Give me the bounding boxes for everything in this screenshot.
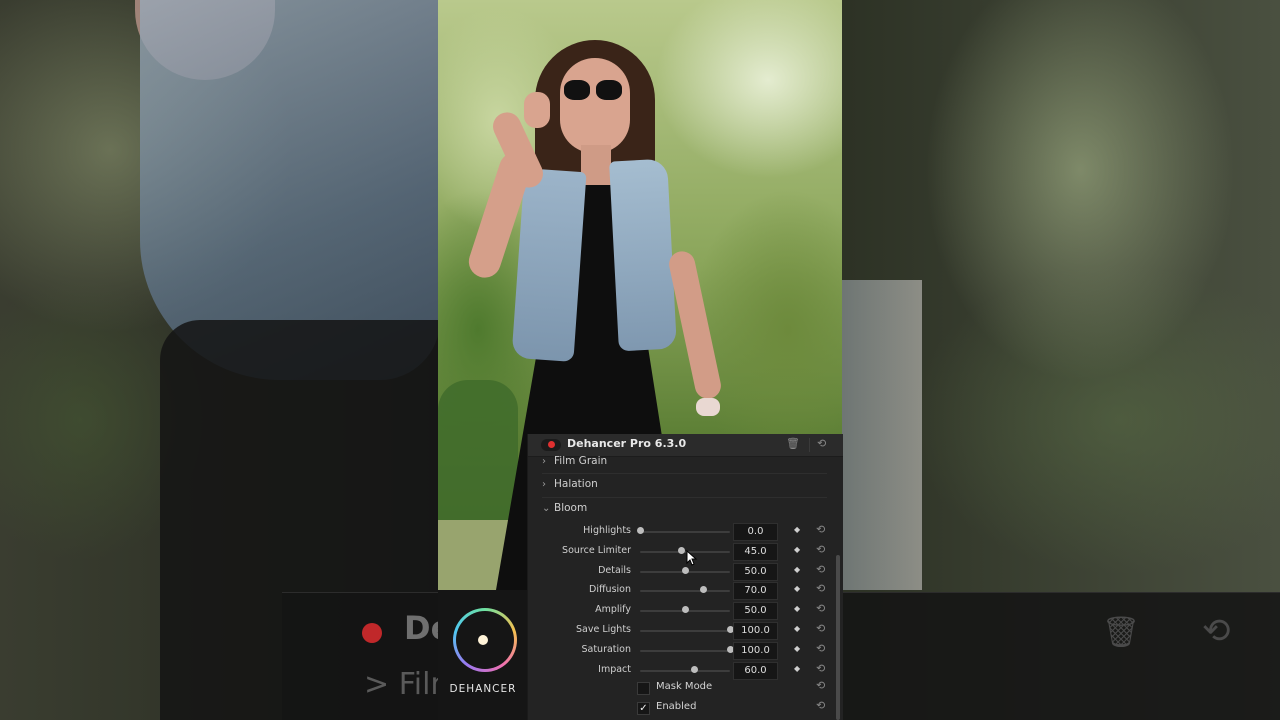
param-label: Amplify: [595, 604, 631, 616]
keyframe-diamond-icon[interactable]: ◆: [794, 525, 800, 534]
chevron-right-icon: ›: [542, 479, 546, 490]
mask-mode-label: Mask Mode: [656, 681, 713, 692]
param-value-field[interactable]: 100.0: [733, 622, 778, 640]
param-slider-track[interactable]: [640, 630, 730, 632]
reset-icon[interactable]: ⟲: [816, 642, 825, 655]
keyframe-diamond-icon[interactable]: ◆: [794, 565, 800, 574]
param-row-impact: Impact 60.0 ◆ ⟲: [528, 661, 843, 681]
chevron-down-icon: ⌄: [542, 503, 551, 514]
keyframe-diamond-icon[interactable]: ◆: [794, 604, 800, 613]
param-label: Saturation: [581, 643, 631, 655]
param-label: Source Limiter: [562, 544, 631, 556]
param-label: Impact: [598, 663, 631, 675]
reset-icon[interactable]: ⟲: [816, 602, 825, 615]
param-slider-knob[interactable]: [700, 586, 707, 594]
reset-icon[interactable]: ⟲: [816, 662, 825, 675]
keyframe-diamond-icon[interactable]: ◆: [794, 644, 800, 653]
reset-all-icon[interactable]: ⟲: [817, 437, 826, 450]
param-value-field[interactable]: 50.0: [733, 602, 778, 621]
param-value-field[interactable]: 70.0: [733, 582, 778, 601]
section-film-grain[interactable]: › Film Grain: [542, 455, 607, 473]
dehancer-logo-dot: [478, 635, 488, 645]
header-divider: [809, 438, 810, 452]
panel-scrollbar[interactable]: [836, 555, 840, 720]
section-divider: [542, 473, 827, 474]
background-trash-icon: 🗑: [1102, 615, 1141, 650]
param-row-amplify: Amplify 50.0 ◆ ⟲: [528, 601, 843, 621]
photo-vest-left: [511, 168, 587, 362]
trash-icon[interactable]: 🗑: [786, 437, 800, 450]
background-record-dot: [362, 623, 382, 643]
param-value-field[interactable]: 60.0: [733, 661, 778, 680]
param-value-field[interactable]: 100.0: [733, 641, 778, 660]
keyframe-diamond-icon[interactable]: ◆: [794, 545, 800, 554]
param-slider-knob[interactable]: [682, 566, 689, 574]
plugin-title: Dehancer Pro 6.3.0: [567, 437, 687, 450]
reset-icon[interactable]: ⟲: [816, 622, 825, 635]
reset-icon[interactable]: ⟲: [816, 563, 825, 576]
param-slider-track[interactable]: [640, 669, 730, 672]
param-value-field[interactable]: 50.0: [733, 562, 778, 581]
enabled-checkbox-row: ✓ Enabled ⟲: [528, 698, 843, 718]
mouse-cursor-icon: [686, 550, 698, 566]
photo-face: [560, 58, 630, 153]
reset-icon[interactable]: ⟲: [816, 679, 825, 692]
param-slider-track[interactable]: [640, 649, 730, 652]
reset-icon[interactable]: ⟲: [816, 523, 825, 536]
background-figure-shape: [842, 280, 922, 590]
section-label: Bloom: [554, 502, 588, 514]
param-slider-track[interactable]: [640, 531, 730, 533]
photo-watch: [696, 398, 720, 416]
photo-vest-right: [609, 158, 677, 352]
dehancer-brand-text: DEHANCER: [449, 683, 517, 695]
keyframe-diamond-icon[interactable]: ◆: [794, 664, 800, 673]
param-row-saturation: Saturation 100.0 ◆ ⟲: [528, 641, 843, 661]
param-slider-track[interactable]: [640, 590, 730, 593]
param-slider-knob[interactable]: [691, 665, 698, 673]
section-divider: [542, 497, 827, 498]
reset-icon[interactable]: ⟲: [816, 582, 825, 595]
enabled-label: Enabled: [656, 701, 697, 712]
section-label: Film Grain: [554, 455, 608, 467]
plugin-header: Dehancer Pro 6.3.0 🗑 ⟲: [528, 434, 843, 457]
photo-hand: [524, 92, 550, 128]
section-label: Halation: [554, 478, 598, 490]
keyframe-diamond-icon[interactable]: ◆: [794, 624, 800, 633]
reset-icon[interactable]: ⟲: [816, 543, 825, 556]
section-bloom[interactable]: ⌄ Bloom: [542, 502, 587, 520]
section-halation[interactable]: › Halation: [542, 478, 598, 496]
param-row-save-lights: Save Lights 100.0 ◆ ⟲: [528, 621, 843, 641]
param-label: Save Lights: [576, 624, 631, 635]
keyframe-diamond-icon[interactable]: ◆: [794, 584, 800, 593]
background-reset-icon: ⟲: [1202, 611, 1231, 651]
mask-mode-checkbox-row: Mask Mode ⟲: [528, 678, 843, 698]
param-label: Diffusion: [589, 584, 631, 596]
param-label: Details: [598, 564, 631, 576]
param-slider-knob[interactable]: [637, 527, 644, 534]
param-value-field[interactable]: 45.0: [733, 542, 778, 561]
photo-sunglasses: [564, 80, 622, 102]
dehancer-logo: DEHANCER: [438, 590, 528, 720]
mask-mode-checkbox[interactable]: [637, 682, 650, 695]
param-slider-track[interactable]: [640, 550, 730, 553]
param-row-highlights: Highlights 0.0 ◆ ⟲: [528, 522, 843, 542]
record-dot-icon: [548, 441, 555, 448]
reset-icon[interactable]: ⟲: [816, 699, 825, 712]
param-label: Highlights: [583, 525, 631, 536]
param-value-field[interactable]: 0.0: [733, 523, 778, 541]
param-row-diffusion: Diffusion 70.0 ◆ ⟲: [528, 581, 843, 601]
param-slider-knob[interactable]: [682, 606, 689, 614]
chevron-right-icon: ›: [542, 456, 546, 467]
enabled-checkbox[interactable]: ✓: [637, 702, 650, 715]
dehancer-plugin-panel: Dehancer Pro 6.3.0 🗑 ⟲ › Film Grain › Hala…: [527, 434, 843, 720]
param-slider-knob[interactable]: [677, 546, 685, 554]
